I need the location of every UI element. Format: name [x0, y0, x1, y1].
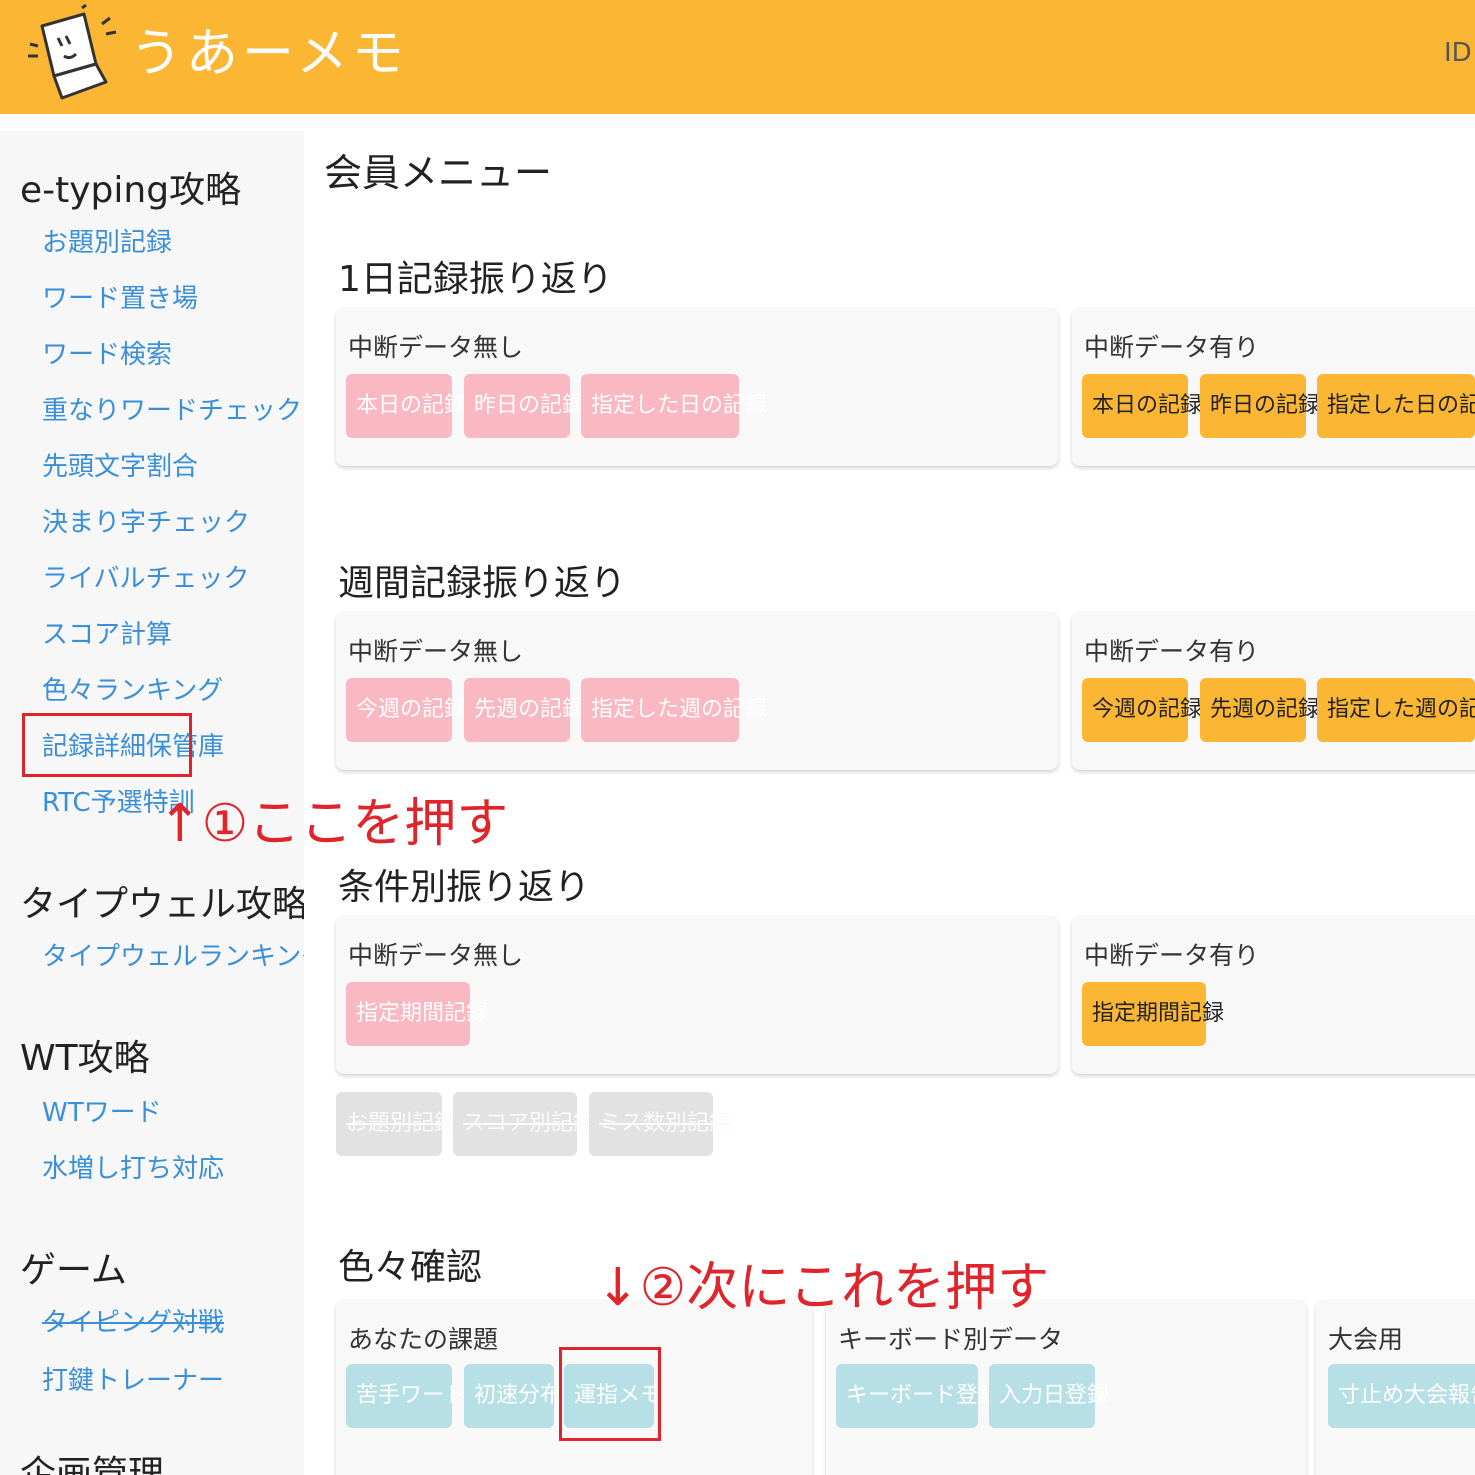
section-title-daily: 1日記録振り返り [338, 259, 613, 300]
sidebar-heading-etyping: e-typing攻略 [20, 170, 242, 211]
section-title-misc: 色々確認 [338, 1247, 483, 1288]
sidebar-item-word-search[interactable]: ワード検索 [42, 337, 172, 373]
sidebar-item-trainer[interactable]: 打鍵トレーナー [42, 1363, 224, 1399]
card-conditional-with-interrupt: 中断データ有り 指定期間記録 [1072, 916, 1475, 1074]
conditional-period-button[interactable]: 指定期間記録 [346, 982, 488, 1046]
sidebar-item-first-char[interactable]: 先頭文字割合 [42, 449, 198, 485]
disabled-odai-button[interactable]: お題別記録 [336, 1092, 456, 1156]
card-label: 中断データ有り [1084, 637, 1260, 666]
annotation-step2: ↓②次にこれを押す [596, 1258, 1050, 1318]
weekly-specified-interrupt-button[interactable]: 指定した週の記録 [1317, 678, 1475, 742]
site-title[interactable]: うあーメモ [130, 22, 408, 86]
weekly-specified-button[interactable]: 指定した週の記録 [581, 678, 767, 742]
laptop-logo-icon[interactable] [22, 4, 122, 108]
daily-today-interrupt-button[interactable]: 本日の記録 [1082, 374, 1202, 438]
page-title: 会員メニュー [324, 151, 553, 195]
sidebar-item-overlap-check[interactable]: 重なりワードチェック [42, 393, 302, 429]
sidebar-item-typewell-ranking[interactable]: タイプウェルランキング [42, 939, 304, 975]
card-label: 中断データ有り [1084, 333, 1260, 362]
sidebar-item-rival[interactable]: ライバルチェック [42, 561, 249, 597]
sidebar-item-ranking[interactable]: 色々ランキング [42, 673, 223, 709]
sidebar-item-typing-battle[interactable]: タイピング対戦 [42, 1305, 224, 1341]
card-label: 大会用 [1328, 1325, 1404, 1354]
conditional-period-interrupt-button[interactable]: 指定期間記録 [1082, 982, 1224, 1046]
annotation-step1: ↑①ここを押す [158, 794, 509, 854]
card-weekly-no-interrupt: 中断データ無し 今週の記録 先週の記録 指定した週の記録 [336, 612, 1058, 770]
card-label: 中断データ有り [1084, 941, 1260, 970]
tournament-report-button[interactable]: 寸止め大会報告記 [1328, 1364, 1475, 1428]
sidebar-heading-game: ゲーム [20, 1250, 127, 1291]
disabled-miss-button[interactable]: ミス数別記録 [589, 1092, 731, 1156]
highlight-box-record-archive [22, 713, 192, 777]
section-title-weekly: 週間記録振り返り [338, 563, 627, 604]
weekly-last-week-interrupt-button[interactable]: 先週の記録 [1200, 678, 1320, 742]
weekly-last-week-button[interactable]: 先週の記録 [464, 678, 584, 742]
card-label: 中断データ無し [348, 333, 524, 362]
daily-specified-button[interactable]: 指定した日の記録 [581, 374, 767, 438]
sidebar-heading-kikaku: 企画管理 [20, 1454, 165, 1475]
sidebar-item-odai[interactable]: お題別記録 [42, 225, 172, 261]
input-date-register-button[interactable]: 入力日登録 [989, 1364, 1109, 1428]
card-daily-with-interrupt: 中断データ有り 本日の記録 昨日の記録 指定した日の記録 [1072, 308, 1475, 466]
daily-yesterday-interrupt-button[interactable]: 昨日の記録 [1200, 374, 1320, 438]
card-tournament: 大会用 寸止め大会報告記 [1316, 1300, 1475, 1475]
sidebar-item-score-calc[interactable]: スコア計算 [42, 617, 172, 653]
card-label: キーボード別データ [838, 1325, 1064, 1354]
initial-speed-button[interactable]: 初速分布 [464, 1364, 562, 1428]
sidebar-heading-wt: WT攻略 [20, 1038, 150, 1079]
header-bar: うあーメモ ID : [0, 0, 1475, 114]
card-label: 中断データ無し [348, 941, 524, 970]
daily-today-button[interactable]: 本日の記録 [346, 374, 466, 438]
section-title-conditional: 条件別振り返り [338, 867, 591, 908]
disabled-score-button[interactable]: スコア別記録 [453, 1092, 595, 1156]
sidebar-item-mizumashi[interactable]: 水増し打ち対応 [42, 1151, 224, 1187]
card-weekly-with-interrupt: 中断データ有り 今週の記録 先週の記録 指定した週の記録 [1072, 612, 1475, 770]
card-daily-no-interrupt: 中断データ無し 本日の記録 昨日の記録 指定した日の記録 [336, 308, 1058, 466]
sidebar-item-word-okiba[interactable]: ワード置き場 [42, 281, 198, 317]
keyboard-register-button[interactable]: キーボード登録 [836, 1364, 1000, 1428]
card-label: あなたの課題 [348, 1325, 499, 1354]
highlight-box-fingering-memo [559, 1347, 661, 1441]
weak-word-button[interactable]: 苦手ワード [346, 1364, 466, 1428]
sidebar-heading-typewell: タイプウェル攻略 [20, 884, 304, 925]
sidebar-item-kimariji[interactable]: 決まり字チェック [42, 505, 250, 541]
card-label: 中断データ無し [348, 637, 524, 666]
weekly-this-week-button[interactable]: 今週の記録 [346, 678, 466, 742]
daily-specified-interrupt-button[interactable]: 指定した日の記録 [1317, 374, 1475, 438]
card-conditional-no-interrupt: 中断データ無し 指定期間記録 [336, 916, 1058, 1074]
card-keyboard: キーボード別データ キーボード登録 入力日登録 [826, 1300, 1306, 1475]
sidebar-item-wt-word[interactable]: WTワード [42, 1095, 162, 1131]
weekly-this-week-interrupt-button[interactable]: 今週の記録 [1082, 678, 1202, 742]
user-id-label: ID : [1444, 38, 1475, 68]
daily-yesterday-button[interactable]: 昨日の記録 [464, 374, 584, 438]
